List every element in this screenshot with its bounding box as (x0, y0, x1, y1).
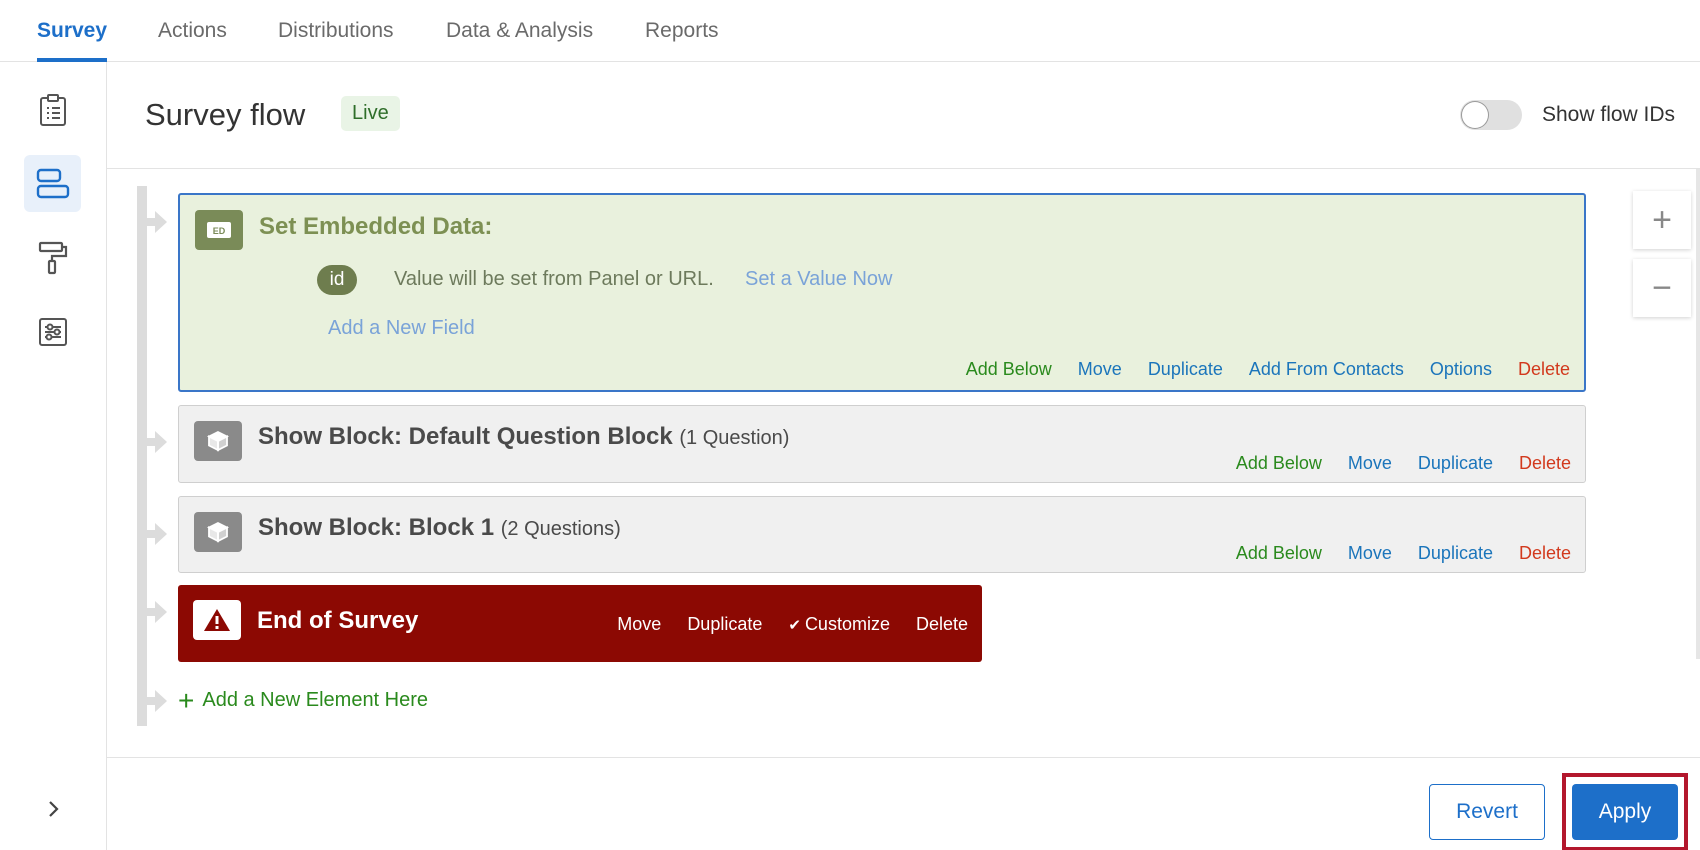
page-header: Survey flow Live Show flow IDs (107, 62, 1700, 169)
left-rail (0, 62, 107, 850)
show-block-actions: Add Below Move Duplicate Delete (1210, 453, 1571, 474)
footer-bar: Revert Apply (107, 757, 1700, 850)
zoom-in-icon: + (1652, 200, 1672, 239)
options-button[interactable]: Options (1430, 359, 1492, 380)
clipboard-icon (39, 93, 66, 126)
zoom-out-icon: − (1652, 268, 1672, 307)
question-count: (2 Questions) (500, 518, 621, 540)
embedded-data-icon-label: ED (213, 226, 226, 236)
duplicate-button[interactable]: Duplicate (1418, 453, 1493, 474)
rail-look-feel-button[interactable] (24, 229, 81, 286)
duplicate-button[interactable]: Duplicate (1148, 359, 1223, 380)
move-button[interactable]: Move (1348, 543, 1392, 564)
flow-connector-line (137, 186, 147, 726)
survey-flow-canvas: ED Set Embedded Data: id Value will be s… (107, 169, 1700, 757)
embedded-data-block[interactable]: ED Set Embedded Data: id Value will be s… (178, 193, 1586, 392)
show-flow-ids-label: Show flow IDs (1542, 103, 1676, 126)
move-button[interactable]: Move (617, 614, 661, 635)
vertical-scrollbar[interactable] (1696, 169, 1700, 659)
end-of-survey-block[interactable]: End of Survey Move Duplicate ✔ Customize … (178, 585, 982, 662)
checkmark-icon: ✔ (788, 617, 801, 634)
end-of-survey-title: End of Survey (257, 607, 419, 634)
flow-arrow-icon (137, 211, 167, 233)
survey-flow-icon (36, 168, 69, 198)
show-block-block1[interactable]: Show Block: Block 1 (2 Questions) Add Be… (178, 496, 1586, 573)
apply-button[interactable]: Apply (1572, 784, 1678, 840)
options-sliders-icon (38, 317, 67, 346)
embedded-data-title: Set Embedded Data: (259, 213, 493, 240)
add-below-button[interactable]: Add Below (966, 359, 1052, 380)
show-block-name: Show Block: Default Question Block (258, 423, 673, 450)
embedded-field-description: Value will be set from Panel or URL. (394, 268, 714, 290)
show-block-default[interactable]: Show Block: Default Question Block (1 Qu… (178, 405, 1586, 483)
add-from-contacts-button[interactable]: Add From Contacts (1249, 359, 1404, 380)
add-new-element-label: Add a New Element Here (202, 689, 429, 711)
add-new-field-link[interactable]: Add a New Field (328, 317, 475, 340)
end-block-actions: Move Duplicate ✔ Customize Delete (591, 614, 968, 635)
tab-data-analysis[interactable]: Data & Analysis (446, 19, 593, 62)
top-nav: Survey Actions Distributions Data & Anal… (0, 0, 1700, 62)
status-badge: Live (341, 96, 400, 131)
delete-button[interactable]: Delete (916, 614, 968, 635)
customize-label: Customize (804, 614, 890, 634)
plus-icon: + (178, 684, 195, 716)
tab-distributions[interactable]: Distributions (278, 19, 394, 62)
embedded-field-name[interactable]: id (317, 265, 357, 295)
page-title: Survey flow (145, 97, 306, 132)
question-count: (1 Question) (679, 427, 790, 449)
rail-survey-editor-button[interactable] (24, 81, 81, 138)
show-block-title: Show Block: Default Question Block (1 Qu… (258, 423, 789, 451)
chevron-right-icon (49, 801, 59, 817)
move-button[interactable]: Move (1078, 359, 1122, 380)
show-block-actions: Add Below Move Duplicate Delete (1210, 543, 1571, 564)
revert-button[interactable]: Revert (1429, 784, 1545, 840)
show-flow-ids-toggle[interactable] (1460, 100, 1522, 130)
block-cube-icon (194, 421, 242, 461)
toggle-knob (1462, 102, 1488, 128)
add-new-element-button[interactable]: + Add a New Element Here (178, 684, 429, 716)
block-cube-icon (194, 512, 242, 552)
duplicate-button[interactable]: Duplicate (1418, 543, 1493, 564)
delete-button[interactable]: Delete (1519, 453, 1571, 474)
duplicate-button[interactable]: Duplicate (687, 614, 762, 635)
delete-button[interactable]: Delete (1518, 359, 1570, 380)
show-block-name: Show Block: Block 1 (258, 514, 495, 541)
zoom-out-button[interactable]: − (1633, 259, 1691, 317)
add-below-button[interactable]: Add Below (1236, 543, 1322, 564)
set-value-now-link[interactable]: Set a Value Now (745, 268, 893, 291)
flow-arrow-icon (137, 431, 167, 453)
rail-survey-options-button[interactable] (24, 303, 81, 360)
customize-button[interactable]: ✔ Customize (788, 614, 890, 635)
embedded-data-icon: ED (195, 210, 243, 250)
rail-survey-flow-button[interactable] (24, 155, 81, 212)
flow-arrow-icon (137, 523, 167, 545)
paint-roller-icon (38, 241, 67, 274)
add-below-button[interactable]: Add Below (1236, 453, 1322, 474)
tab-actions[interactable]: Actions (158, 19, 227, 62)
tab-reports[interactable]: Reports (645, 19, 719, 62)
show-block-title: Show Block: Block 1 (2 Questions) (258, 514, 621, 542)
warning-icon (193, 600, 241, 640)
move-button[interactable]: Move (1348, 453, 1392, 474)
embedded-block-actions: Add Below Move Duplicate Add From Contac… (940, 359, 1570, 380)
delete-button[interactable]: Delete (1519, 543, 1571, 564)
rail-expand-button[interactable] (40, 795, 68, 823)
flow-arrow-icon (137, 690, 167, 712)
tab-survey[interactable]: Survey (37, 19, 108, 62)
flow-arrow-icon (137, 601, 167, 623)
zoom-in-button[interactable]: + (1633, 191, 1691, 249)
